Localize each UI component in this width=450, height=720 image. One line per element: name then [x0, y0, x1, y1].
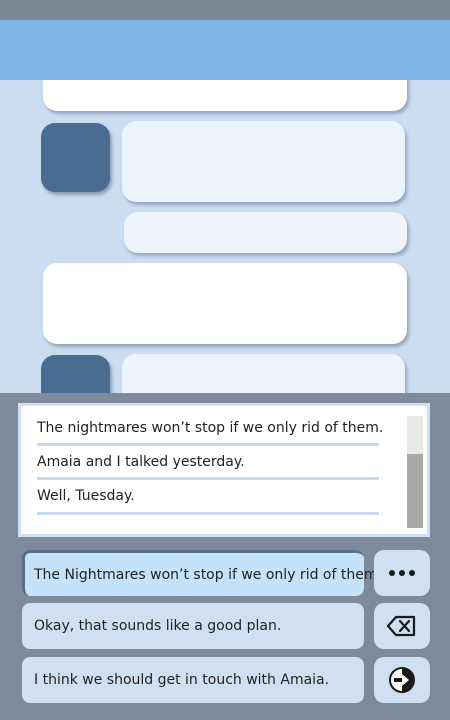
avatar: [41, 355, 110, 393]
transcript-scrollbar[interactable]: [407, 416, 423, 528]
message-bubble: [43, 263, 407, 344]
message-bubble: [122, 354, 405, 393]
avatar: [41, 123, 110, 192]
transcript-box[interactable]: The nightmares won’t stop if we only rid…: [18, 403, 430, 537]
transcript-divider: [37, 443, 379, 446]
conversation-screen: The nightmares won’t stop if we only rid…: [0, 0, 450, 720]
backspace-button[interactable]: [374, 603, 430, 649]
backspace-icon: [387, 615, 417, 637]
chat-history[interactable]: [0, 80, 450, 393]
reply-option[interactable]: The Nightmares won’t stop if we only rid…: [22, 550, 382, 596]
transcript-line: Well, Tuesday.: [37, 488, 135, 504]
scrollbar-thumb[interactable]: [407, 454, 423, 528]
message-bubble: [43, 80, 407, 111]
app-header: [0, 20, 450, 80]
send-arrow-icon: [389, 667, 415, 693]
reply-option[interactable]: I think we should get in touch with Amai…: [22, 657, 364, 703]
more-options-button[interactable]: [374, 550, 430, 596]
status-bar: [0, 0, 450, 20]
message-bubble: [122, 121, 405, 202]
message-bubble: [124, 212, 407, 253]
transcript-line: Amaia and I talked yesterday.: [37, 454, 245, 470]
transcript-divider: [37, 477, 379, 480]
transcript-line: The nightmares won’t stop if we only rid…: [37, 420, 384, 436]
send-button[interactable]: [374, 657, 430, 703]
reply-option[interactable]: Okay, that sounds like a good plan.: [22, 603, 364, 649]
ellipsis-icon: [388, 569, 416, 577]
transcript-divider: [37, 512, 379, 515]
